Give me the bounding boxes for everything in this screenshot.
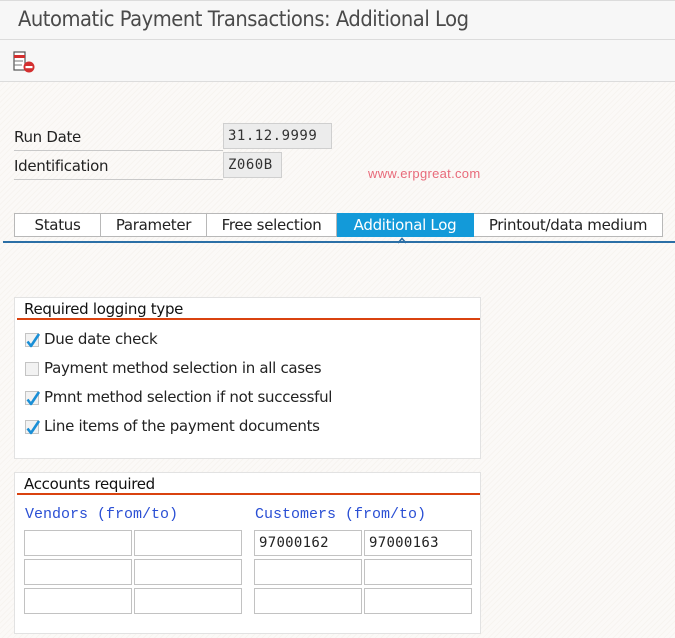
page-title: Automatic Payment Transactions: Addition… [18,7,469,31]
delete-log-icon [13,51,35,73]
accounts-required-group: Accounts required Vendors (from/to) Cust… [14,472,481,634]
group-title-underline [17,318,480,320]
customer-from-input[interactable] [254,588,362,614]
checkmark-icon [26,333,41,348]
pmnt-method-not-successful-checkbox[interactable] [25,391,41,406]
pmnt-method-not-successful-label: Pmnt method selection if not successful [44,388,333,406]
tab-status[interactable]: Status [14,213,101,237]
vendor-from-input[interactable] [24,588,132,614]
vendors-header: Vendors (from/to) [25,506,179,523]
delete-log-button[interactable] [12,50,38,74]
application-toolbar [0,40,675,82]
customer-to-input[interactable]: 97000163 [364,530,472,556]
line-items-payment-docs-label: Line items of the payment documents [44,417,320,435]
identification-row: Identification Z060B [14,152,334,180]
watermark-text: www.erpgreat.com [368,166,481,181]
title-bar: Automatic Payment Transactions: Addition… [0,0,675,40]
run-date-label: Run Date [14,128,81,146]
tab-underline [3,241,675,243]
due-date-check-label: Due date check [44,330,158,348]
run-date-field: 31.12.9999 [223,123,332,149]
customer-to-input[interactable] [364,588,472,614]
required-logging-type-group: Required logging type Due date check Pay… [14,297,481,459]
line-items-payment-docs-checkbox[interactable] [25,420,41,435]
identification-label: Identification [14,157,109,175]
vendor-from-input[interactable] [24,530,132,556]
group-title: Required logging type [24,300,184,318]
run-date-row: Run Date 31.12.9999 [14,123,334,151]
customer-from-input[interactable]: 97000162 [254,530,362,556]
customers-header: Customers (from/to) [255,506,427,523]
checkmark-icon [26,391,41,406]
vendor-from-input[interactable] [24,559,132,585]
tab-parameter[interactable]: Parameter [101,213,207,237]
tab-additional-log[interactable]: Additional Log [337,213,474,237]
identification-underline [14,179,223,180]
active-tab-caret-icon [397,237,407,244]
vendor-to-input[interactable] [134,559,242,585]
run-date-underline [14,150,223,151]
payment-method-selection-all-label: Payment method selection in all cases [44,359,322,377]
group-title-underline [17,493,480,495]
customer-to-input[interactable] [364,559,472,585]
tab-free-selection[interactable]: Free selection [207,213,337,237]
tab-printout-data-medium[interactable]: Printout/data medium [474,213,663,237]
checkmark-icon [26,420,41,435]
group-title: Accounts required [24,475,155,493]
identification-field: Z060B [223,152,282,178]
due-date-check-checkbox[interactable] [25,333,41,348]
customer-from-input[interactable] [254,559,362,585]
payment-method-selection-all-checkbox[interactable] [25,362,39,376]
vendor-to-input[interactable] [134,588,242,614]
vendor-to-input[interactable] [134,530,242,556]
